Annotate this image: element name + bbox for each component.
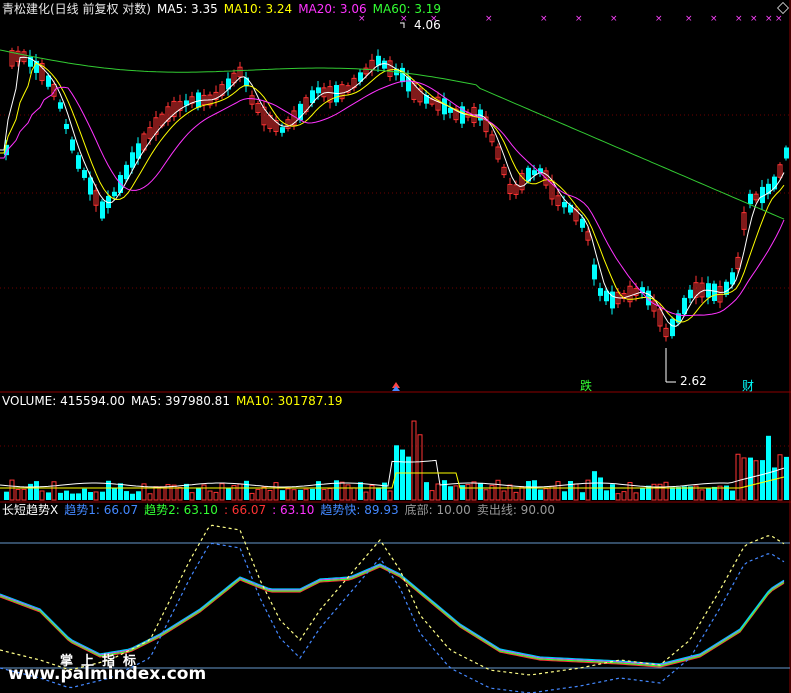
trend2-value: 趋势2: 63.10 xyxy=(144,503,218,517)
ma10-label: MA10: 3.24 xyxy=(223,2,293,16)
trend4-value: : 63.10 xyxy=(272,503,315,517)
indicator-header: 长短趋势X 趋势1: 66.07 趋势2: 63.10 : 66.07 : 63.10 趋… xyxy=(2,503,561,517)
ma5-label: MA5: 3.35 xyxy=(157,2,218,16)
signal-marker-icon: × xyxy=(710,14,718,24)
ma20-label: MA20: 3.06 xyxy=(298,2,367,16)
volume-ma10: MA10: 301787.19 xyxy=(235,394,343,408)
up-arrow-marker-icon xyxy=(392,382,400,391)
high-price-label: 4.06 xyxy=(414,18,441,32)
trend-fast-value: 趋势快: 89.93 xyxy=(320,503,399,517)
panel-dividers xyxy=(0,0,791,693)
trend1-value: 趋势1: 66.07 xyxy=(64,503,139,517)
moving-average-lines xyxy=(0,49,785,327)
chart-canvas[interactable]: × × × × × × × × × × × × × × xyxy=(0,0,791,693)
trend3-value: : 66.07 xyxy=(223,503,267,517)
volume-ma5: MA5: 397980.81 xyxy=(131,394,230,408)
signal-die-label: 跌 xyxy=(580,379,593,393)
watermark-url: www.palmindex.com xyxy=(8,664,207,684)
extreme-pointers xyxy=(400,22,676,383)
candlesticks xyxy=(4,46,789,342)
signal-marker-icon: × xyxy=(610,14,618,24)
signal-marker-icon: × xyxy=(575,14,583,24)
volume-ma-lines xyxy=(0,459,785,489)
volume-header: VOLUME: 415594.00 MA5: 397980.81 MA10: 301… xyxy=(2,394,349,408)
signal-marker-icon: × xyxy=(775,14,783,24)
signal-marker-icon: × xyxy=(750,14,758,24)
signal-marker-icon: × xyxy=(485,14,493,24)
ma60-label: MA60: 3.19 xyxy=(372,2,442,16)
signal-marker-icon: × xyxy=(655,14,663,24)
low-price-label: 2.62 xyxy=(680,374,707,388)
price-header: 青松建化(日线 前复权 对数) MA5: 3.35 MA10: 3.24 MA20: … xyxy=(2,2,447,16)
stock-title[interactable]: 青松建化(日线 前复权 对数) xyxy=(2,2,151,16)
bottom-value: 底部: 10.00 xyxy=(404,503,471,517)
signal-marker-icon: × xyxy=(735,14,743,24)
signal-marker-icon: × xyxy=(685,14,693,24)
sell-line-value: 卖出线: 90.00 xyxy=(476,503,556,517)
indicator-name[interactable]: 长短趋势X xyxy=(2,503,58,517)
signal-cai-label: 财 xyxy=(742,379,755,393)
signal-marker-icon: × xyxy=(765,14,773,24)
signal-marker-icon: × xyxy=(540,14,548,24)
volume-value: VOLUME: 415594.00 xyxy=(2,394,125,408)
